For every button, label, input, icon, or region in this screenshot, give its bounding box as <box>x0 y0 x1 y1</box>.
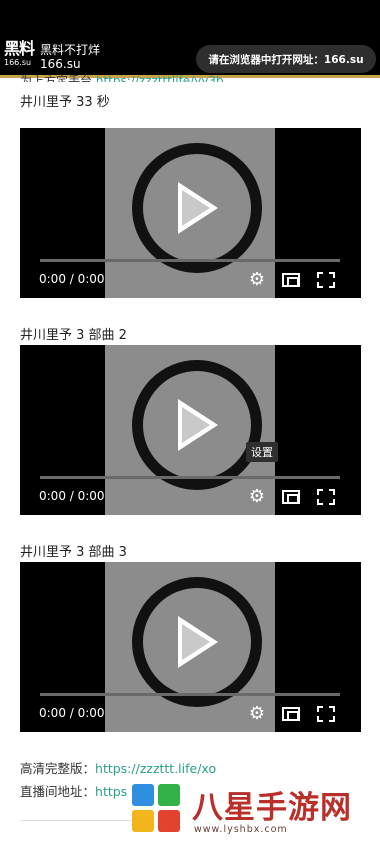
video-title-1: 井川里予 33 秒 <box>20 95 110 110</box>
site-domain: 166.su <box>40 57 81 71</box>
video-player-1[interactable]: 0:00 / 0:00 ⚙ <box>20 128 361 298</box>
partial-line-prefix: 为上方定手台 <box>20 74 93 82</box>
live-room-line: 直播间地址：https <box>20 781 127 800</box>
fullscreen-icon[interactable] <box>317 489 335 505</box>
progress-bar[interactable] <box>40 259 340 262</box>
watermark-title: 八星手游网 <box>192 790 352 826</box>
status-bar <box>0 0 380 36</box>
hd-full-version-label: 高清完整版： <box>20 761 96 776</box>
fullscreen-icon[interactable] <box>317 706 335 722</box>
settings-gear-icon[interactable]: ⚙ <box>248 705 266 723</box>
site-name: 黑料不打烊 <box>40 43 101 57</box>
play-icon-inner <box>182 624 210 660</box>
logo-text: 黑料 <box>4 39 35 58</box>
settings-gear-icon[interactable]: ⚙ <box>248 271 266 289</box>
site-logo[interactable]: 黑料 166.su <box>4 40 36 72</box>
picture-in-picture-icon[interactable] <box>282 273 300 287</box>
hd-full-version-line: 高清完整版：https://zzzttt.life/xo <box>20 758 216 777</box>
picture-in-picture-icon[interactable] <box>282 707 300 721</box>
watermark: 八星手游网 www.lyshbx.com <box>132 782 372 840</box>
play-icon-inner <box>182 190 210 226</box>
open-in-browser-button[interactable]: 请在浏览器中打开网址：166.su <box>196 45 376 73</box>
settings-gear-icon[interactable]: ⚙ <box>248 488 266 506</box>
page: 黑料 166.su 黑料不打烊 166.su 请在浏览器中打开网址：166.su… <box>0 0 380 844</box>
live-room-link[interactable]: https <box>95 784 127 799</box>
fullscreen-icon[interactable] <box>317 272 335 288</box>
partial-line-link[interactable]: https://zzztttlife/yy3b <box>96 74 224 82</box>
video-title-2: 井川里予 3 部曲 2 <box>20 328 127 343</box>
partial-link-line: 为上方定手台 https://zzztttlife/yy3b <box>20 72 224 82</box>
settings-tooltip: 设置 <box>246 442 278 462</box>
video-title-3: 井川里予 3 部曲 3 <box>20 545 127 560</box>
picture-in-picture-icon[interactable] <box>282 490 300 504</box>
watermark-url: www.lyshbx.com <box>194 824 288 835</box>
video-time: 0:00 / 0:00 <box>39 272 105 286</box>
bottom-card <box>20 820 140 840</box>
live-room-label: 直播间地址： <box>20 784 96 799</box>
video-time: 0:00 / 0:00 <box>39 706 105 720</box>
logo-subtext: 166.su <box>4 58 32 67</box>
video-player-2[interactable]: 设置 0:00 / 0:00 ⚙ <box>20 345 361 515</box>
progress-bar[interactable] <box>40 476 340 479</box>
progress-bar[interactable] <box>40 693 340 696</box>
video-time: 0:00 / 0:00 <box>39 489 105 503</box>
video-player-3[interactable]: 0:00 / 0:00 ⚙ <box>20 562 361 732</box>
watermark-logo-icon <box>132 784 184 836</box>
hd-full-version-link[interactable]: https://zzzttt.life/xo <box>95 761 216 776</box>
play-icon-inner <box>182 407 210 443</box>
